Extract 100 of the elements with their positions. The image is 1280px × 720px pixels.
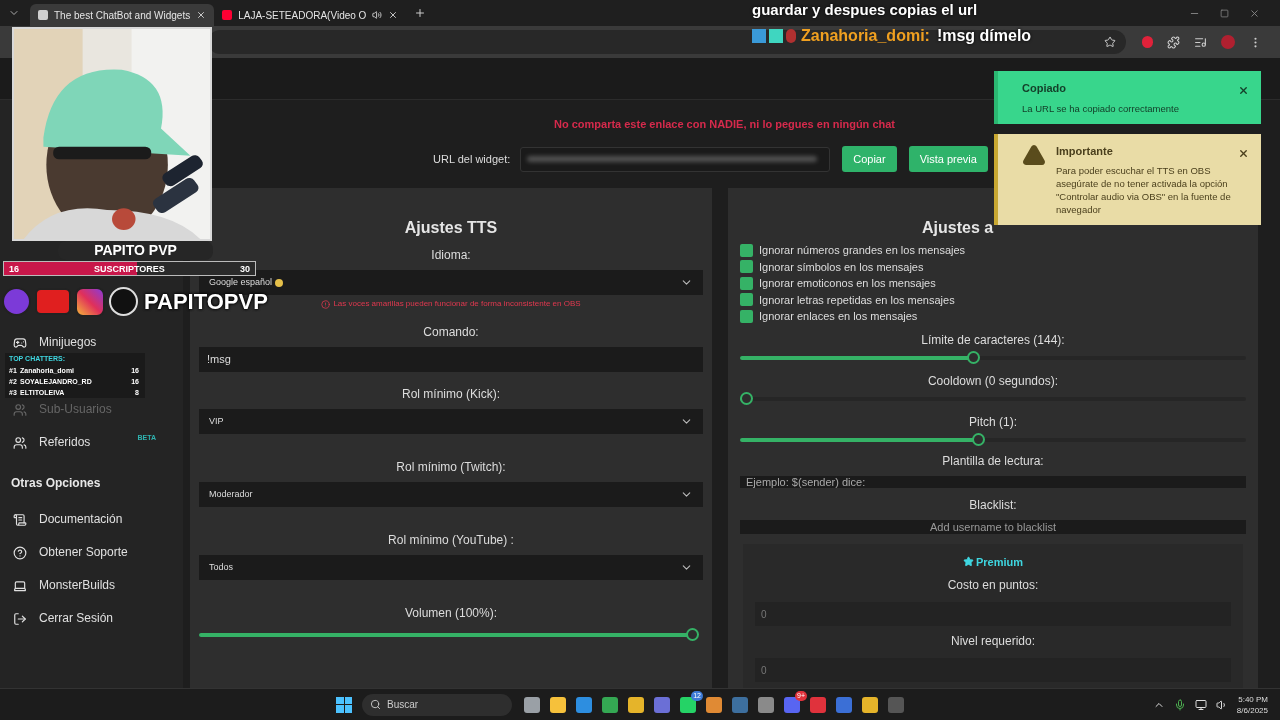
slider[interactable] <box>199 628 699 641</box>
template-field[interactable]: Ejemplo: $(sender) dice: <box>740 475 1246 488</box>
checkbox[interactable] <box>740 260 753 274</box>
close-icon[interactable] <box>1249 7 1260 19</box>
field-label: Rol mínimo (Kick): <box>401 386 501 403</box>
checkbox[interactable] <box>740 276 753 290</box>
bookmark-star-icon[interactable] <box>1104 36 1116 48</box>
users-icon <box>13 435 27 450</box>
checkbox[interactable] <box>740 293 753 307</box>
windows-start-icon[interactable] <box>336 696 352 713</box>
field-label: Comando: <box>422 324 480 341</box>
taskbar-search-field[interactable]: Buscar <box>362 693 512 716</box>
panel-title: Ajustes TTS <box>403 218 499 238</box>
users-icon <box>13 402 27 417</box>
premium-title: Premium <box>975 554 1024 570</box>
warning-icon <box>1022 142 1046 167</box>
field-label: Idioma: <box>430 247 472 264</box>
select-field[interactable]: VIP <box>199 409 703 434</box>
close-button[interactable] <box>1238 85 1249 96</box>
url-label: URL del widget: <box>433 152 511 167</box>
instagram-logo-icon <box>75 286 105 317</box>
app-icon[interactable] <box>550 696 566 713</box>
blacklist-field[interactable]: Add username to blacklist <box>740 519 1246 534</box>
toast-message: Para poder escuchar el TTS en OBS asegúrate de no tener activada la opción "Controlar audio via OBS" en la fuente de navegador <box>1056 164 1232 216</box>
panel-title: Ajustes a <box>922 218 994 238</box>
text-field[interactable]: !msg <box>199 347 703 372</box>
tab-favicon-icon <box>222 10 233 20</box>
toast-title: Importante <box>1056 143 1114 159</box>
field-label: Rol mínimo (Twitch): <box>395 459 507 476</box>
sidebar-item[interactable]: Obtener Soporte <box>39 543 128 562</box>
close-button[interactable] <box>1238 147 1249 159</box>
close-icon[interactable] <box>388 10 399 20</box>
slider[interactable] <box>740 391 1246 405</box>
app-icon[interactable] <box>524 696 540 713</box>
select-field[interactable]: Moderador <box>199 482 703 507</box>
checkbox-label: Ignorar símbolos en los mensajes <box>759 259 924 275</box>
close-icon[interactable] <box>196 10 207 20</box>
url-field[interactable] <box>520 146 831 172</box>
slider[interactable] <box>740 350 1246 364</box>
chat-badge-icon <box>786 28 796 43</box>
media-icon[interactable] <box>1194 35 1207 49</box>
search-icon <box>370 699 381 710</box>
gamepad-icon <box>13 335 27 350</box>
checkbox-label: Ignorar letras repetidas en los mensajes <box>759 292 955 308</box>
toast-message: La URL se ha copiado correctamente <box>1022 101 1179 115</box>
checkbox-label: Ignorar emoticonos en los mensajes <box>759 276 936 291</box>
scroll-icon <box>13 512 27 527</box>
field-label: Blacklist: <box>968 496 1018 514</box>
sidebar-item[interactable]: MonsterBuilds <box>39 576 116 595</box>
app-icon[interactable] <box>758 696 774 713</box>
app-icon[interactable] <box>706 696 722 713</box>
app-icon[interactable] <box>680 696 696 713</box>
number-field[interactable]: 0 <box>755 658 1231 682</box>
alert-icon <box>321 299 331 309</box>
select-field[interactable]: Todos <box>199 555 703 580</box>
field-label: Nivel requerido: <box>949 633 1036 650</box>
field-label: Volumen (100%): <box>403 605 499 622</box>
tab-title: The best ChatBot and Widgets <box>54 8 191 23</box>
app-icon[interactable] <box>628 696 644 713</box>
field-label: Cooldown (0 segundos): <box>926 372 1060 390</box>
slider-thumb[interactable] <box>740 391 753 405</box>
note-text: Las voces amarillas pueden funcionar de forma inconsistente en OBS <box>333 298 581 310</box>
help-icon <box>13 545 27 560</box>
number-field[interactable]: 0 <box>755 602 1231 626</box>
app-icon[interactable] <box>862 696 878 713</box>
warning-text: No comparta este enlace con NADIE, ni lo pegues en ningún chat <box>553 116 896 132</box>
slider-thumb[interactable] <box>686 628 699 641</box>
youtube-logo-icon <box>35 288 71 315</box>
new-tab-icon[interactable] <box>414 7 427 19</box>
slider[interactable] <box>740 432 1246 446</box>
star-icon <box>962 556 974 568</box>
close-icon <box>1238 147 1249 159</box>
network-icon[interactable] <box>1194 698 1207 711</box>
close-icon <box>1238 85 1249 96</box>
sidebar-heading: Otras Opciones <box>10 475 102 492</box>
microphone-icon[interactable] <box>1173 698 1186 711</box>
extensions-icon[interactable] <box>1167 35 1180 49</box>
checkbox[interactable] <box>740 243 753 257</box>
volume-icon[interactable] <box>1215 698 1228 711</box>
browser-tab[interactable]: The best ChatBot and Widgets <box>30 4 215 26</box>
sidebar-item[interactable]: Cerrar Sesión <box>39 609 114 628</box>
app-icon[interactable] <box>576 696 592 713</box>
checkbox[interactable] <box>740 309 753 323</box>
sidebar-item[interactable]: Referidos <box>39 433 91 452</box>
restore-icon[interactable] <box>1220 8 1229 18</box>
field-label: Límite de caracteres (144): <box>920 331 1066 349</box>
laptop-icon <box>13 578 27 593</box>
slider-thumb[interactable] <box>971 432 985 446</box>
toast-title: Copiado <box>1022 81 1067 96</box>
slider-thumb[interactable] <box>966 350 980 364</box>
checkbox-label: Ignorar enlaces en los mensajes <box>759 309 918 324</box>
app-icon[interactable] <box>602 696 618 713</box>
clock-time: 5:40 PM <box>1238 693 1268 705</box>
chat-username: Zanahoria_domi: <box>801 25 930 46</box>
sidebar-item[interactable]: Minijuegos <box>39 333 97 352</box>
browser-tab[interactable]: LAJA-SETEADORA(Video O <box>214 4 407 26</box>
speaker-icon[interactable] <box>372 10 383 20</box>
sidebar-item[interactable]: Documentación <box>39 510 123 529</box>
field-label: Rol mínimo (YouTube) : <box>387 532 515 549</box>
chat-message-previous: guardar y despues copias el url <box>752 0 979 20</box>
